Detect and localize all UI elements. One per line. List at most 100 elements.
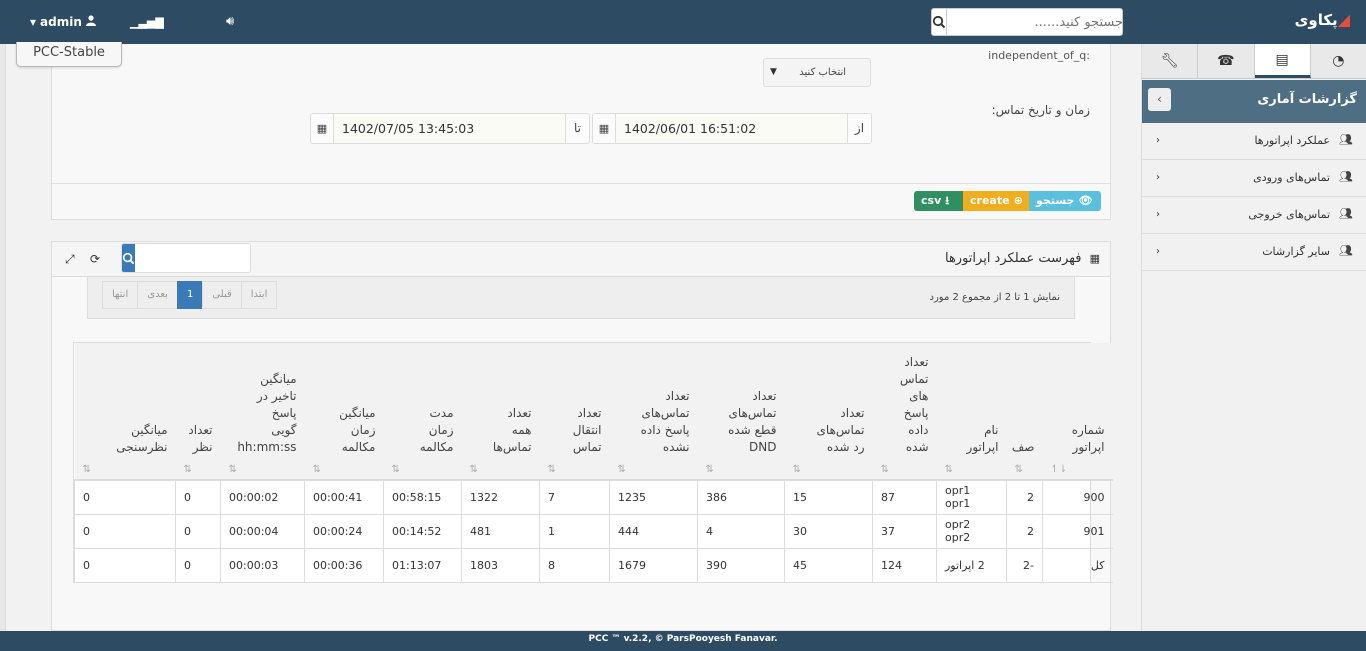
table-row[interactable]: 901 2 opr2 opr2 37 30 4 444 1 481 00:14:52 00:00:2… <box>74 514 1113 549</box>
page-first[interactable]: ابتدا <box>240 281 278 309</box>
column-header[interactable]: تعداد نظر ⇅ <box>175 343 221 481</box>
refresh-icon[interactable]: ⟳ <box>90 252 100 266</box>
table-cell: 00:00:36 <box>304 548 384 583</box>
sort-icon[interactable]: ⇅ <box>881 464 929 475</box>
collapse-button[interactable]: ‹ <box>1148 88 1171 111</box>
sort-icon[interactable]: ⇅ <box>470 464 532 475</box>
operator-performance-panel: ▦ فهرست عملکرد اپراتورها ⟳ ⤢ نمایش 1 تا … <box>51 241 1113 631</box>
column-header-text: پاسخ داده <box>640 423 690 437</box>
to-label: تا <box>565 114 589 143</box>
table-cell: 900 <box>1042 480 1113 515</box>
to-date-value[interactable]: 1402/07/05 13:45:03 <box>334 114 565 143</box>
sidebar-item-operator-performance[interactable]: 👥︎ عملکرد اپراتورها ‹ <box>1142 123 1366 160</box>
table-cell: 4 <box>697 514 785 549</box>
action-buttons: csv ⭳ create ⊕ جستجو 👁︎ <box>914 191 1101 211</box>
sort-icon[interactable]: ⇅ <box>618 464 690 475</box>
table-search-input[interactable] <box>135 244 250 272</box>
column-header[interactable]: تعداد تماس‌های پاسخ داده نشده ⇅ <box>609 343 698 481</box>
sidebar-title: گزارشات آماری <box>1257 92 1357 107</box>
user-name: admin <box>40 15 82 29</box>
table-row[interactable]: کل -2 2 اپراتور 124 45 390 1679 8 1803 01:13:07 00… <box>74 548 1113 583</box>
expand-icon[interactable]: ⤢ <box>65 252 75 267</box>
user-icon <box>85 15 96 29</box>
sidebar-item-other-reports[interactable]: 👥︎ سایر گزارشات ‹ <box>1142 234 1366 271</box>
column-header-text: تماس‌های <box>728 406 777 420</box>
user-menu[interactable]: ▾ admin <box>30 15 96 29</box>
pagination-bar: نمایش 1 تا 2 از مجموع 2 مورد انتها بعدی … <box>87 277 1075 319</box>
table-cell: 00:00:04 <box>220 514 305 549</box>
to-date-field[interactable]: ▦ 1402/07/05 13:45:03 تا <box>310 113 590 144</box>
column-header[interactable]: شماره اپراتور ⇂↿ <box>1042 343 1113 481</box>
column-header[interactable]: میانگین زمان مکالمه ⇅ <box>304 343 384 481</box>
create-button[interactable]: create ⊕ <box>963 191 1029 211</box>
sidebar-item-incoming-calls[interactable]: 👥︎ تماس‌های ورودی ‹ <box>1142 160 1366 197</box>
table-row[interactable]: 900 2 opr1 opr1 87 15 386 1235 7 1322 00:58:15 00:… <box>74 480 1113 515</box>
tools-tab[interactable]: 🔧︎ <box>1142 44 1199 78</box>
csv-button[interactable]: csv ⭳ <box>914 191 963 211</box>
sort-icon[interactable]: ⇅ <box>392 464 454 475</box>
column-header-text: پاسخ <box>903 406 929 420</box>
chevron-down-icon: ▾ <box>30 15 37 29</box>
table-cell: 444 <box>609 514 698 549</box>
column-header-text: داده <box>908 423 929 437</box>
column-header[interactable]: نام اپراتور ⇅ <box>936 343 1007 481</box>
table-cell: 0 <box>74 480 176 515</box>
sort-icon[interactable]: ⇂↿ <box>1051 464 1105 475</box>
phone-tab[interactable]: ☎ <box>1198 44 1255 78</box>
calendar-icon[interactable]: ▦ <box>593 114 616 143</box>
column-header-text: گویی <box>271 423 297 437</box>
sort-icon[interactable]: ⇅ <box>229 464 297 475</box>
column-header[interactable]: تعداد انتقال تماس ⇅ <box>539 343 610 481</box>
column-header[interactable]: تعداد تماس های پاسخ داده شده ⇅ <box>872 343 937 481</box>
page-next[interactable]: بعدی <box>137 281 178 309</box>
search-button[interactable]: جستجو 👁︎ <box>1029 191 1101 211</box>
column-header[interactable]: میانگین تاخیر در پاسخ گویی hh:mm:ss ⇅ <box>220 343 305 481</box>
sort-icon[interactable]: ⇅ <box>83 464 168 475</box>
sort-icon[interactable]: ⇅ <box>313 464 376 475</box>
table-cell: 2 <box>1006 514 1043 549</box>
column-header[interactable]: تعداد تماس‌های قطع شده DND ⇅ <box>697 343 785 481</box>
calendar-icon[interactable]: ▦ <box>311 114 334 143</box>
sidebar-item-label: تماس‌های ورودی <box>1253 171 1330 184</box>
search-icon[interactable] <box>122 244 135 272</box>
table-cell: 0 <box>74 548 176 583</box>
column-header-text: اپراتور <box>1072 440 1105 454</box>
table-cell: 0 <box>175 548 221 583</box>
queue-select[interactable]: انتخاب کنید ▼ <box>763 58 871 87</box>
page-prev[interactable]: قبلی <box>202 281 242 309</box>
column-header-text: تعداد <box>188 423 213 437</box>
table-cell: 0 <box>175 514 221 549</box>
date-range-label: زمان و تاریخ تماس: <box>991 103 1090 117</box>
from-date-value[interactable]: 1402/06/01 16:51:02 <box>616 114 847 143</box>
from-date-field[interactable]: ▦ 1402/06/01 16:51:02 از <box>592 113 872 144</box>
column-header[interactable]: میانگین نظرسنجی ⇅ <box>74 343 176 481</box>
panel-title-text: فهرست عملکرد اپراتورها <box>944 251 1082 266</box>
app-logo[interactable]: ◢پکاوی <box>1295 10 1350 29</box>
sort-icon[interactable]: ⇅ <box>945 464 999 475</box>
search-icon[interactable] <box>932 9 947 35</box>
column-header[interactable]: تعداد همه تماس‌ها ⇅ <box>461 343 540 481</box>
global-search-input[interactable] <box>947 9 1122 35</box>
sidebar-item-outgoing-calls[interactable]: 👥︎ تماس‌های خروجی ‹ <box>1142 197 1366 234</box>
column-header[interactable]: تعداد تماس‌های رد شده ⇅ <box>784 343 873 481</box>
volume-icon[interactable]: 🔊︎ <box>226 14 234 29</box>
sidebar-item-label: عملکرد اپراتورها <box>1254 134 1330 147</box>
users-icon: 👥︎ <box>1339 133 1353 146</box>
sort-icon[interactable]: ⇅ <box>1015 464 1035 475</box>
sort-icon[interactable]: ⇅ <box>548 464 602 475</box>
signal-icon: ▁▃▅▇ <box>130 16 164 29</box>
table-cell: 2 <box>1006 480 1043 515</box>
dashboard-tab[interactable]: ◔ <box>1310 44 1366 78</box>
column-header-text: تعداد <box>752 389 777 403</box>
column-header-text: زمان <box>428 423 454 437</box>
page-last[interactable]: انتها <box>102 281 139 309</box>
sort-icon[interactable]: ⇅ <box>793 464 865 475</box>
reports-tab[interactable]: ▤ <box>1254 44 1311 78</box>
page-1[interactable]: 1 <box>176 281 204 309</box>
sort-icon[interactable]: ⇅ <box>706 464 777 475</box>
column-header[interactable]: مدت زمان مکالمه ⇅ <box>383 343 462 481</box>
filter-panel: independent_of_q: انتخاب کنید ▼ زمان و ت… <box>51 44 1111 220</box>
column-header[interactable]: صف ⇅ <box>1006 343 1043 481</box>
sort-icon[interactable]: ⇅ <box>184 464 213 475</box>
eye-icon: 👁︎ <box>1078 194 1093 207</box>
